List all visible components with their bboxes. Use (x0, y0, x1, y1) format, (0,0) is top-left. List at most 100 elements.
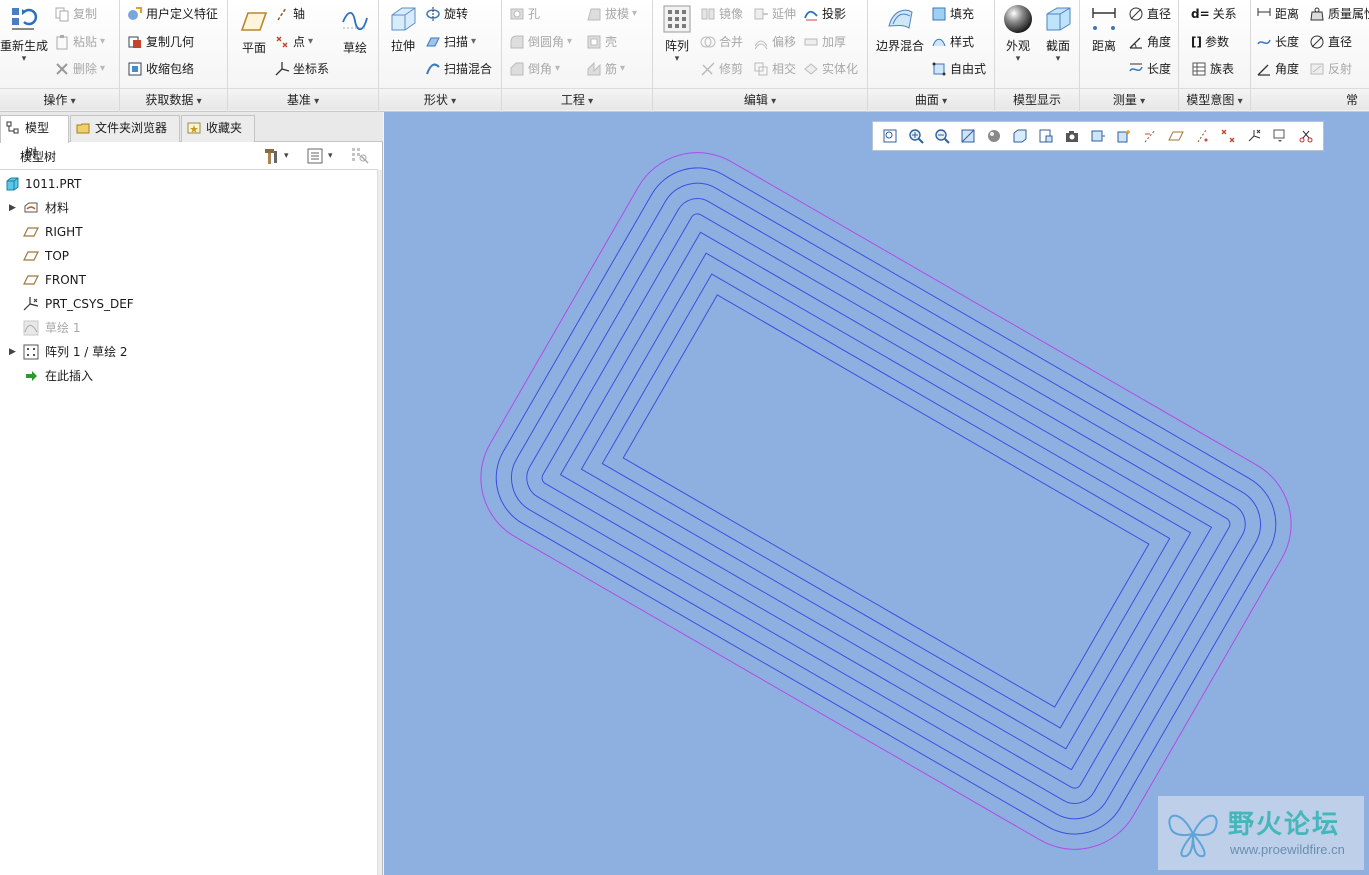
mass-properties-button[interactable]: 质量属性 (1309, 3, 1369, 25)
group-label-model-intent[interactable]: 模型意图 (1179, 88, 1250, 110)
reflect-button[interactable]: 反射 (1309, 58, 1352, 80)
extend-button[interactable]: 延伸 (753, 3, 796, 25)
section-dropdown-icon[interactable]: ▾ (1039, 54, 1077, 64)
point-button[interactable]: 点 (274, 31, 313, 53)
solidify-button[interactable]: 实体化 (803, 58, 858, 80)
datum-plane-button[interactable]: 平面 (232, 6, 276, 56)
graphics-viewport[interactable]: 野火论坛 www.proewildfire.cn (384, 112, 1369, 875)
group-label-operations[interactable]: 操作 (0, 88, 119, 110)
revolve-button[interactable]: 旋转 (425, 3, 468, 25)
common-angle-button[interactable]: 角度 (1256, 58, 1299, 80)
group-label-editing[interactable]: 编辑 (653, 88, 867, 110)
measure-length-button[interactable]: 长度 (1128, 58, 1171, 80)
udf-button[interactable]: 用户定义特征 (127, 3, 218, 25)
tree-item-insert-here[interactable]: 在此插入 (0, 364, 378, 388)
perspective-view-button[interactable] (1059, 125, 1085, 147)
group-label-surfaces[interactable]: 曲面 (868, 88, 994, 110)
chamfer-button[interactable]: 倒角 (509, 58, 560, 80)
view-manager-button[interactable] (1033, 125, 1059, 147)
regenerate-dropdown-icon[interactable]: ▾ (0, 54, 48, 64)
group-label-shapes[interactable]: 形状 (379, 88, 501, 110)
sketch-button[interactable]: 草绘 (334, 6, 376, 56)
zoom-out-button[interactable] (929, 125, 955, 147)
swept-blend-button[interactable]: 扫描混合 (425, 58, 492, 80)
intersect-button[interactable]: 相交 (753, 58, 796, 80)
datum-axis-display-button[interactable] (1137, 125, 1163, 147)
project-button[interactable]: 投影 (803, 3, 846, 25)
left-panel-scrollbar[interactable] (377, 170, 382, 875)
tree-item-front[interactable]: FRONT (0, 268, 378, 292)
tree-item-part[interactable]: 1011.PRT (0, 172, 378, 196)
tab-model-tree[interactable]: 模型树 (0, 115, 69, 160)
merge-button[interactable]: 合并 (700, 31, 743, 53)
copy-geometry-button[interactable]: 复制几何 (127, 31, 194, 53)
rib-button[interactable]: 筋 (586, 58, 625, 80)
display-style-button[interactable] (981, 125, 1007, 147)
tab-folder-browser[interactable]: 文件夹浏览器 (70, 115, 180, 142)
freestyle-button[interactable]: 自由式 (931, 58, 986, 80)
hole-button[interactable]: 孔 (509, 3, 540, 25)
tab-favorites[interactable]: 收藏夹 (181, 115, 255, 142)
common-diameter-button[interactable]: 直径 (1309, 31, 1352, 53)
regenerate-button[interactable]: 重新生成 ▾ (0, 4, 48, 64)
saved-views-button[interactable] (1007, 125, 1033, 147)
mirror-button[interactable]: 镜像 (700, 3, 743, 25)
boundary-blend-button[interactable]: 边界混合 (872, 4, 928, 54)
csys-display-button[interactable] (1241, 125, 1267, 147)
pattern-button[interactable]: 阵列 ▾ (657, 4, 697, 64)
sweep-button[interactable]: 扫描 (425, 31, 476, 53)
point-tag-display-button[interactable] (1215, 125, 1241, 147)
pattern-sketch-curve[interactable] (519, 190, 1254, 811)
pattern-sketch-curve[interactable] (580, 252, 1192, 750)
expand-arrow-icon[interactable]: ▶ (9, 340, 16, 364)
zoom-in-button[interactable] (903, 125, 929, 147)
tree-item-top[interactable]: TOP (0, 244, 378, 268)
group-label-engineering[interactable]: 工程 (502, 88, 652, 110)
delete-button[interactable]: 删除 (54, 58, 105, 80)
repaint-button[interactable] (955, 125, 981, 147)
outer-sketch-curve[interactable] (456, 128, 1316, 874)
family-table-button[interactable]: 族表 (1191, 58, 1234, 80)
parameters-button[interactable]: [] 参数 (1191, 31, 1229, 53)
appearance-button[interactable]: 外观 ▾ (999, 4, 1037, 64)
datum-plane-display-button[interactable] (1163, 125, 1189, 147)
offset-button[interactable]: 偏移 (753, 31, 796, 53)
spin-center-button[interactable] (1111, 125, 1137, 147)
draft-button[interactable]: 拔模 (586, 3, 637, 25)
shrinkwrap-button[interactable]: 收缩包络 (127, 58, 194, 80)
measure-distance-button[interactable]: 距离 (1084, 4, 1124, 54)
round-button[interactable]: 倒圆角 (509, 31, 572, 53)
pattern-sketch-curve[interactable] (601, 273, 1171, 729)
section-display-button[interactable] (1293, 125, 1319, 147)
measure-angle-button[interactable]: 角度 (1128, 31, 1171, 53)
extrude-button[interactable]: 拉伸 (383, 4, 423, 54)
axis-button[interactable]: 轴 (274, 3, 305, 25)
datum-point-display-button[interactable] (1189, 125, 1215, 147)
tree-item-right[interactable]: RIGHT (0, 220, 378, 244)
group-label-measure[interactable]: 测量 (1080, 88, 1178, 110)
annotation-display-button[interactable] (1085, 125, 1111, 147)
tree-item-material[interactable]: ▶ 材料 (0, 196, 378, 220)
tree-settings-button[interactable]: ▾ (262, 146, 300, 166)
pattern-dropdown-icon[interactable]: ▾ (657, 54, 697, 64)
tree-item-pattern-1[interactable]: ▶ 阵列 1 / 草绘 2 (0, 340, 378, 364)
sketch-curves[interactable] (384, 112, 1369, 875)
fill-button[interactable]: 填充 (931, 3, 974, 25)
annotation-toggle-button[interactable] (1267, 125, 1293, 147)
relations-button[interactable]: d= 关系 (1191, 3, 1237, 25)
shell-button[interactable]: 壳 (586, 31, 617, 53)
measure-diameter-button[interactable]: 直径 (1128, 3, 1171, 25)
copy-button[interactable]: 复制 (54, 3, 97, 25)
tree-item-csys[interactable]: PRT_CSYS_DEF (0, 292, 378, 316)
tree-item-sketch-1[interactable]: 草绘 1 (0, 316, 378, 340)
tree-display-button[interactable]: ▾ (306, 146, 344, 166)
common-distance-button[interactable]: 距离 (1256, 3, 1299, 25)
group-label-datum[interactable]: 基准 (228, 88, 378, 110)
group-label-get-data[interactable]: 获取数据 (120, 88, 227, 110)
thicken-button[interactable]: 加厚 (803, 31, 846, 53)
paste-button[interactable]: 粘贴 (54, 31, 105, 53)
section-button[interactable]: 截面 ▾ (1039, 4, 1077, 64)
trim-button[interactable]: 修剪 (700, 58, 743, 80)
csys-button[interactable]: 坐标系 (274, 58, 329, 80)
tree-filter-button[interactable] (350, 146, 372, 166)
